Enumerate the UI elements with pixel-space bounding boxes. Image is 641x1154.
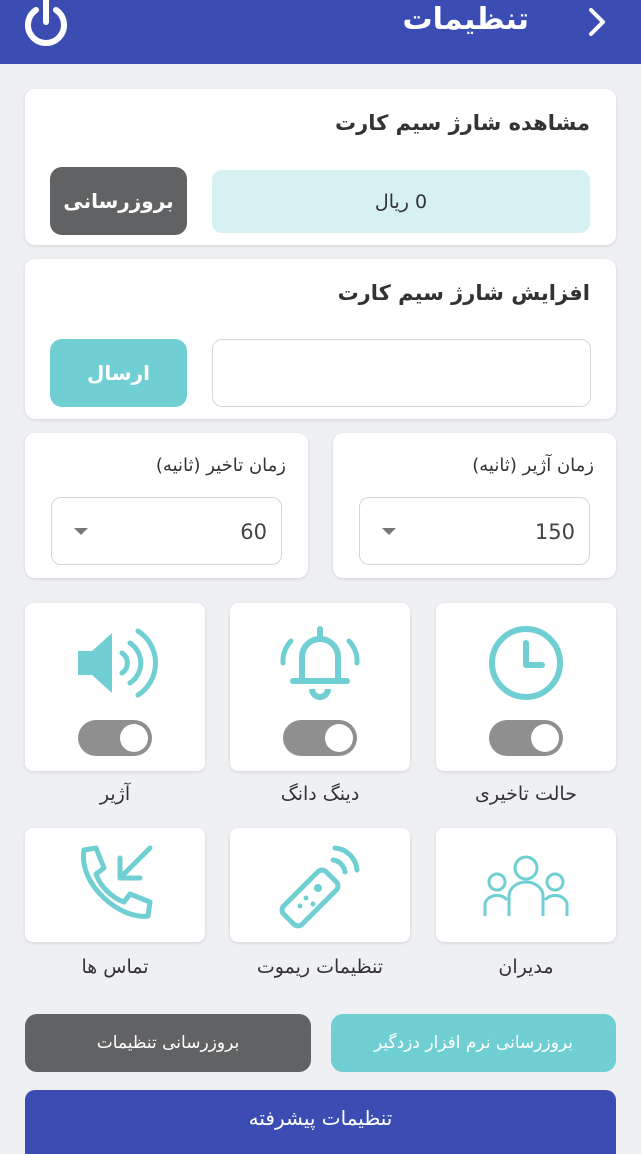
siren-label: آژیر bbox=[99, 783, 131, 805]
clock-icon bbox=[489, 626, 563, 700]
delay-time-value: 60 bbox=[240, 520, 267, 544]
siren-time-select[interactable]: 150 bbox=[359, 497, 590, 565]
advanced-settings-button[interactable]: تنظیمات پیشرفته bbox=[25, 1090, 616, 1154]
power-icon[interactable] bbox=[20, 0, 72, 50]
calls-tile[interactable] bbox=[25, 828, 205, 942]
managers-tile[interactable] bbox=[436, 828, 616, 942]
dropdown-arrow-icon bbox=[74, 528, 88, 535]
delay-mode-toggle[interactable] bbox=[489, 720, 563, 756]
remote-settings-tile[interactable] bbox=[230, 828, 410, 942]
sim-balance-card: مشاهده شارژ سیم کارت 0 ریال بروزرسانی bbox=[25, 89, 616, 245]
remote-settings-label: تنظیمات ریموت bbox=[256, 956, 384, 978]
ding-dong-label: دینگ دانگ bbox=[280, 783, 360, 805]
siren-time-card: زمان آژیر (ثانیه) 150 bbox=[333, 433, 616, 578]
sim-balance-title: مشاهده شارژ سیم کارت bbox=[335, 111, 590, 135]
delay-time-label: زمان تاخیر (ثانیه) bbox=[155, 455, 286, 476]
page-title: تنظیمات bbox=[402, 2, 529, 37]
calls-label: تماس ها bbox=[81, 956, 149, 978]
firmware-update-button[interactable]: بروزرسانی نرم افزار دزدگیر bbox=[331, 1014, 616, 1072]
sim-balance-value: 0 ریال bbox=[212, 170, 590, 233]
refresh-balance-button[interactable]: بروزرسانی bbox=[50, 167, 187, 235]
sim-balance-text: 0 ریال bbox=[374, 190, 428, 213]
siren-toggle[interactable] bbox=[78, 720, 152, 756]
users-icon bbox=[483, 855, 569, 916]
settings-update-button[interactable]: بروزرسانی تنظیمات bbox=[25, 1014, 311, 1072]
send-topup-button[interactable]: ارسال bbox=[50, 339, 187, 407]
delay-mode-label: حالت تاخیری bbox=[475, 783, 577, 805]
sim-topup-card: افزایش شارژ سیم کارت ارسال bbox=[25, 259, 616, 419]
siren-tile bbox=[25, 603, 205, 771]
remote-icon bbox=[279, 845, 360, 929]
delay-mode-tile bbox=[436, 603, 616, 771]
toggle-knob bbox=[120, 724, 148, 752]
app-bar: تنظیمات bbox=[0, 0, 641, 64]
incoming-call-icon bbox=[81, 845, 153, 919]
ding-dong-tile bbox=[230, 603, 410, 771]
toggle-knob bbox=[325, 724, 353, 752]
bell-icon bbox=[280, 626, 360, 700]
siren-time-label: زمان آژیر (ثانیه) bbox=[472, 455, 594, 476]
sim-topup-title: افزایش شارژ سیم کارت bbox=[337, 281, 590, 305]
dropdown-arrow-icon bbox=[382, 528, 396, 535]
delay-time-select[interactable]: 60 bbox=[51, 497, 282, 565]
chevron-right-icon[interactable] bbox=[583, 4, 613, 40]
topup-code-input[interactable] bbox=[212, 339, 591, 407]
speaker-icon bbox=[78, 628, 158, 698]
managers-label: مدیران bbox=[498, 956, 554, 978]
siren-time-value: 150 bbox=[534, 520, 575, 544]
delay-time-card: زمان تاخیر (ثانیه) 60 bbox=[25, 433, 308, 578]
toggle-knob bbox=[531, 724, 559, 752]
ding-dong-toggle[interactable] bbox=[283, 720, 357, 756]
